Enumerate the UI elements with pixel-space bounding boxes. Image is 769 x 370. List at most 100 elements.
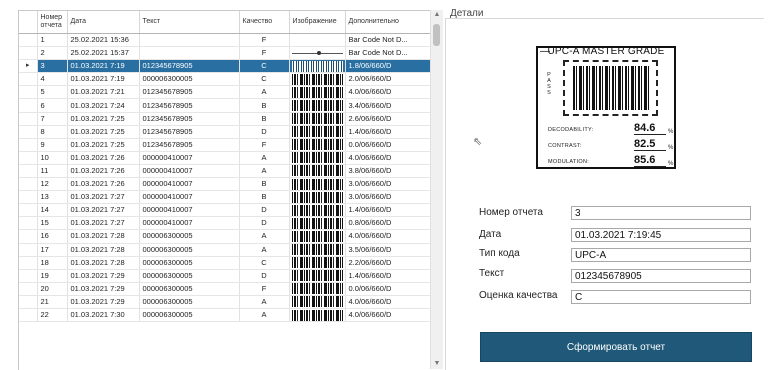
barcode-bars: [573, 66, 649, 110]
cell-number: 5: [37, 85, 68, 100]
cell-extra: 2.6/06/660/D: [345, 112, 432, 126]
report-number-field[interactable]: [571, 206, 751, 220]
cell-extra: 4.0/06/660/D: [345, 295, 432, 309]
cell-image: [289, 256, 346, 270]
field-label-date: Дата: [479, 229, 502, 240]
grid-scrollbar[interactable]: ▲ ▼: [430, 10, 443, 369]
barcode-thumbnail-image: [291, 191, 343, 203]
cell-image: [289, 177, 346, 192]
cell-image: [289, 46, 346, 61]
cell-image: [289, 72, 346, 87]
cell-extra: 3.5/06/660/D: [345, 243, 432, 257]
code-type-field[interactable]: [571, 248, 751, 262]
column-header-text[interactable]: Текст: [139, 11, 240, 34]
cell-quality: A: [239, 308, 290, 323]
column-header-number[interactable]: Номер отчета: [37, 11, 68, 34]
cell-number: 10: [37, 151, 68, 165]
cell-extra: 1.4/06/660/D: [345, 269, 432, 283]
row-indicator-header: [19, 11, 38, 34]
cell-extra: 0.0/06/660/D: [345, 282, 432, 296]
column-header-image[interactable]: Изображение: [289, 11, 346, 34]
row-indicator: [19, 203, 38, 218]
cell-date: 25.02.2021 15:37: [67, 46, 140, 61]
records-grid[interactable]: Номер отчета Дата Текст Качество Изображ…: [18, 10, 443, 370]
cell-extra: 0.0/06/660/D: [345, 138, 432, 152]
date-field[interactable]: [571, 228, 751, 242]
cell-extra: 4.0/06/660/D: [345, 85, 432, 100]
cell-date: 01.03.2021 7:25: [67, 125, 140, 139]
table-row[interactable]: 21 01.03.2021 7:29 000006300005 A 4.0/06/660…: [19, 295, 432, 309]
chevron-up-icon[interactable]: ▲: [431, 10, 443, 20]
field-label-report-number: Номер отчета: [479, 207, 543, 218]
cell-extra: 1.4/06/660/D: [345, 125, 432, 139]
cell-text: 000000410007: [139, 177, 240, 192]
table-row[interactable]: 14 01.03.2021 7:27 000000410007 D 1.4/06/660…: [19, 203, 432, 218]
table-row[interactable]: 9 01.03.2021 7:25 012345678905 F 0.0/06/660/…: [19, 138, 432, 152]
barcode-preview-image: — UPC-A MASTER GRADE PASS DECODABILITY: …: [536, 46, 676, 169]
cell-number: 17: [37, 243, 68, 257]
column-header-date[interactable]: Дата: [67, 11, 140, 34]
cell-quality: C: [239, 59, 290, 74]
table-row[interactable]: 1 25.02.2021 15:36 F Bar Code Not D...: [19, 33, 432, 48]
scrollbar-thumb[interactable]: [433, 24, 440, 46]
cell-number: 19: [37, 269, 68, 283]
cell-quality: A: [239, 85, 290, 100]
table-row[interactable]: 13 01.03.2021 7:27 000000410007 B 3.0/06/660…: [19, 190, 432, 205]
row-indicator: [19, 229, 38, 244]
cell-quality: B: [239, 190, 290, 205]
table-row[interactable]: 5 01.03.2021 7:21 012345678905 A 4.0/06/660/…: [19, 85, 432, 100]
text-field[interactable]: [571, 269, 751, 283]
cell-date: 01.03.2021 7:26: [67, 164, 140, 179]
cell-date: 01.03.2021 7:30: [67, 308, 140, 323]
table-row[interactable]: 11 01.03.2021 7:26 000000410007 A 3.8/06/660…: [19, 164, 432, 179]
generate-report-button[interactable]: Сформировать отчет: [480, 332, 752, 362]
row-indicator: [19, 269, 38, 283]
cell-image: [289, 295, 346, 309]
table-row[interactable]: 19 01.03.2021 7:29 000006300005 D 1.4/06/660…: [19, 269, 432, 283]
cell-text: 000000410007: [139, 164, 240, 179]
row-indicator: [19, 151, 38, 165]
cell-quality: D: [239, 203, 290, 218]
cell-number: 7: [37, 112, 68, 126]
cell-number: 12: [37, 177, 68, 192]
row-indicator: [19, 295, 38, 309]
cell-date: 01.03.2021 7:27: [67, 190, 140, 205]
cell-quality: F: [239, 282, 290, 296]
table-row[interactable]: 10 01.03.2021 7:26 000000410007 A 4.0/06/660…: [19, 151, 432, 165]
table-row[interactable]: 15 01.03.2021 7:27 000000410007 D 0.8/06/660…: [19, 216, 432, 231]
table-row[interactable]: ▸ 3 01.03.2021 7:19 012345678905 C 1.8/06/660…: [19, 59, 432, 74]
table-row[interactable]: 17 01.03.2021 7:28 000006300005 A 3.5/06/660…: [19, 243, 432, 257]
table-row[interactable]: 4 01.03.2021 7:19 000006300005 C 2.0/06/660/…: [19, 72, 432, 87]
cell-image: [289, 138, 346, 152]
table-row[interactable]: 7 01.03.2021 7:25 012345678905 B 2.6/06/660/…: [19, 112, 432, 126]
table-row[interactable]: 16 01.03.2021 7:28 000006300005 A 4.0/06/660…: [19, 229, 432, 244]
cell-number: 14: [37, 203, 68, 218]
chevron-down-icon[interactable]: ▼: [431, 359, 443, 369]
quality-grade-field[interactable]: [571, 290, 751, 304]
column-header-quality[interactable]: Качество: [239, 11, 290, 34]
table-row[interactable]: 18 01.03.2021 7:28 000006300005 C 2.2/06/660…: [19, 256, 432, 270]
cell-date: 01.03.2021 7:29: [67, 282, 140, 296]
barcode-thumbnail-image: [291, 73, 343, 85]
row-indicator: [19, 112, 38, 126]
records-table[interactable]: Номер отчета Дата Текст Качество Изображ…: [19, 11, 432, 323]
row-indicator: [19, 72, 38, 87]
table-row[interactable]: 12 01.03.2021 7:26 000000410007 B 3.0/06/660…: [19, 177, 432, 192]
cell-quality: A: [239, 295, 290, 309]
table-row[interactable]: 2 25.02.2021 15:37 F Bar Code Not D...: [19, 46, 432, 61]
column-header-extra[interactable]: Дополнительно: [345, 11, 432, 34]
table-row[interactable]: 8 01.03.2021 7:25 012345678905 D 1.4/06/660/…: [19, 125, 432, 139]
barcode-thumbnail-image: [291, 309, 343, 321]
table-row[interactable]: 22 01.03.2021 7:30 000006300005 A 4.0/06/660…: [19, 308, 432, 323]
cell-extra: 3.8/06/660/D: [345, 164, 432, 179]
pass-label: PASS: [547, 72, 551, 96]
table-row[interactable]: 6 01.03.2021 7:24 012345678905 B 3.4/06/660/…: [19, 98, 432, 113]
cell-text: 000000410007: [139, 151, 240, 165]
table-row[interactable]: 20 01.03.2021 7:29 000006300005 F 0.0/06/660…: [19, 282, 432, 296]
cell-date: 01.03.2021 7:19: [67, 72, 140, 87]
cell-quality: F: [239, 46, 290, 61]
row-indicator: [19, 98, 38, 113]
field-label-code-type: Тип кода: [479, 248, 520, 259]
cell-quality: A: [239, 164, 290, 179]
cell-text: 012345678905: [139, 98, 240, 113]
